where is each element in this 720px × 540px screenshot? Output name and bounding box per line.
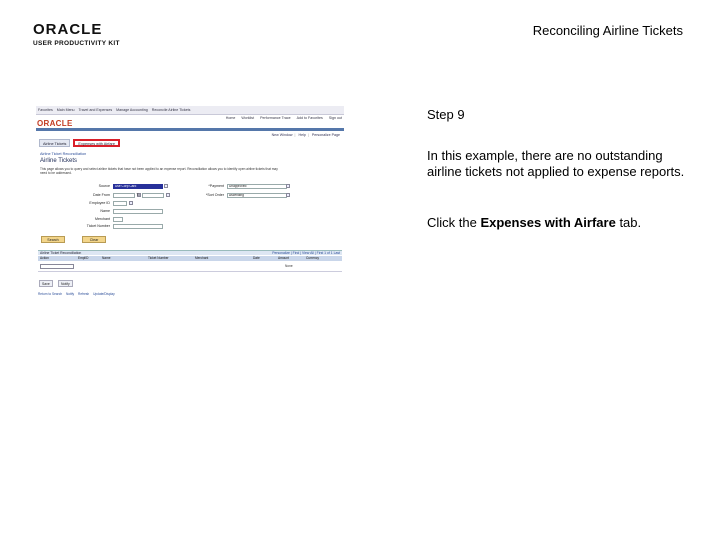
lookup-icon[interactable] [129, 201, 133, 205]
grid-header: Airline Ticket Reconciliation Personaliz… [38, 250, 342, 255]
date-to-label: To [136, 193, 140, 197]
breadcrumb-item[interactable]: Main Menu [57, 108, 75, 112]
action-select[interactable] [40, 264, 74, 269]
merchant-label: Merchant [95, 217, 110, 221]
name-input[interactable] [113, 209, 163, 214]
ticket-number-label: Ticket Number [86, 224, 110, 228]
tab-airline-tickets[interactable]: Airline Tickets [39, 139, 71, 147]
logo-upk-subtitle: USER PRODUCTIVITY KIT [33, 40, 120, 47]
application-screenshot: Favorites Main Menu Travel and Expenses … [36, 106, 344, 302]
source-select[interactable]: Use Corp Card [113, 184, 163, 189]
notify-button[interactable]: Notify [58, 280, 73, 287]
new-window-link[interactable]: New Window [272, 133, 293, 137]
breadcrumb-item[interactable]: Travel and Expenses [79, 108, 113, 112]
tab-expenses-with-airfare[interactable]: Expenses with Airfare [73, 139, 120, 147]
column-header: Currency [306, 256, 319, 260]
dropdown-arrow-icon[interactable] [286, 184, 290, 188]
footer-links: Return to Search Notify Refresh Update/D… [38, 292, 118, 296]
nav-link[interactable]: Worklist [241, 116, 254, 120]
table-row: None [38, 262, 342, 272]
calendar-icon[interactable] [166, 193, 170, 197]
breadcrumb-item[interactable]: Favorites [38, 108, 53, 112]
payment-select[interactable]: Unapproved [227, 184, 287, 189]
clear-button[interactable]: Clear [82, 236, 106, 243]
merchant-input[interactable] [113, 217, 123, 222]
footer-link[interactable]: Notify [66, 292, 74, 296]
window-links: New Window | Help | Personalize Page [271, 133, 340, 137]
logo-oracle-word: ORACLE [33, 21, 103, 38]
step-number: Step 9 [427, 107, 465, 122]
footer-link[interactable]: Refresh [78, 292, 89, 296]
grid-column-headers: Action EmplID Name Ticket Number Merchan… [38, 256, 342, 261]
footer-link[interactable]: Return to Search [38, 292, 62, 296]
date-to-input[interactable] [142, 193, 164, 198]
search-button[interactable]: Search [41, 236, 65, 243]
action-prefix: Click the [427, 215, 481, 230]
source-label: Source [98, 184, 110, 188]
footer-link[interactable]: Update/Display [93, 292, 115, 296]
breadcrumb-item[interactable]: Manage Accounting [116, 108, 148, 112]
nav-link[interactable]: Home [226, 116, 236, 120]
breadcrumb-item[interactable]: Reconcile Airline Tickets [152, 108, 191, 112]
help-link[interactable]: Help [298, 133, 305, 137]
date-from-label: Date From [93, 193, 110, 197]
name-label: Name [100, 209, 110, 213]
column-header: Name [102, 256, 111, 260]
app-brand-logo: ORACLE [37, 119, 73, 128]
section-link[interactable]: Airline Ticket Reconciliation [40, 152, 86, 156]
column-header: Amount [278, 256, 289, 260]
app-nav-links: Home Worklist Performance Trace Add to F… [221, 116, 342, 120]
employee-id-label: Employee ID [89, 201, 110, 205]
dropdown-arrow-icon[interactable] [286, 193, 290, 197]
employee-id-input[interactable] [113, 201, 127, 206]
page-description: This page allows you to query and select… [40, 167, 278, 175]
empty-row-text: None [285, 264, 293, 268]
header-divider [36, 128, 344, 131]
page-tabs: Airline Tickets Expenses with Airfare [39, 139, 120, 148]
action-suffix: tab. [615, 215, 642, 230]
slide-title: Reconciling Airline Tickets [532, 23, 683, 38]
column-header: EmplID [78, 256, 89, 260]
ticket-number-input[interactable] [113, 224, 163, 229]
breadcrumb-bar: Favorites Main Menu Travel and Expenses … [36, 106, 344, 115]
payment-label: *Payment [208, 184, 224, 188]
nav-link[interactable]: Sign out [329, 116, 342, 120]
column-header: Ticket Number [148, 256, 169, 260]
instruction-paragraph: In this example, there are no outstandin… [427, 148, 685, 179]
sort-order-select[interactable]: Ascending [227, 193, 287, 198]
nav-link[interactable]: Performance Trace [260, 116, 291, 120]
save-button[interactable]: Save [39, 280, 53, 287]
column-header: Merchant [195, 256, 209, 260]
page-title: Airline Tickets [40, 158, 78, 164]
dropdown-arrow-icon[interactable] [164, 184, 168, 188]
personalize-page-link[interactable]: Personalize Page [312, 133, 340, 137]
nav-link[interactable]: Add to Favorites [297, 116, 323, 120]
sort-order-label: *Sort Order [205, 193, 224, 197]
column-header: Action [40, 256, 49, 260]
column-header: Date [253, 256, 260, 260]
oracle-upk-logo: ORACLE USER PRODUCTIVITY KIT [33, 22, 123, 47]
action-instruction: Click the Expenses with Airfare tab. [427, 215, 697, 231]
action-target: Expenses with Airfare [480, 215, 616, 230]
